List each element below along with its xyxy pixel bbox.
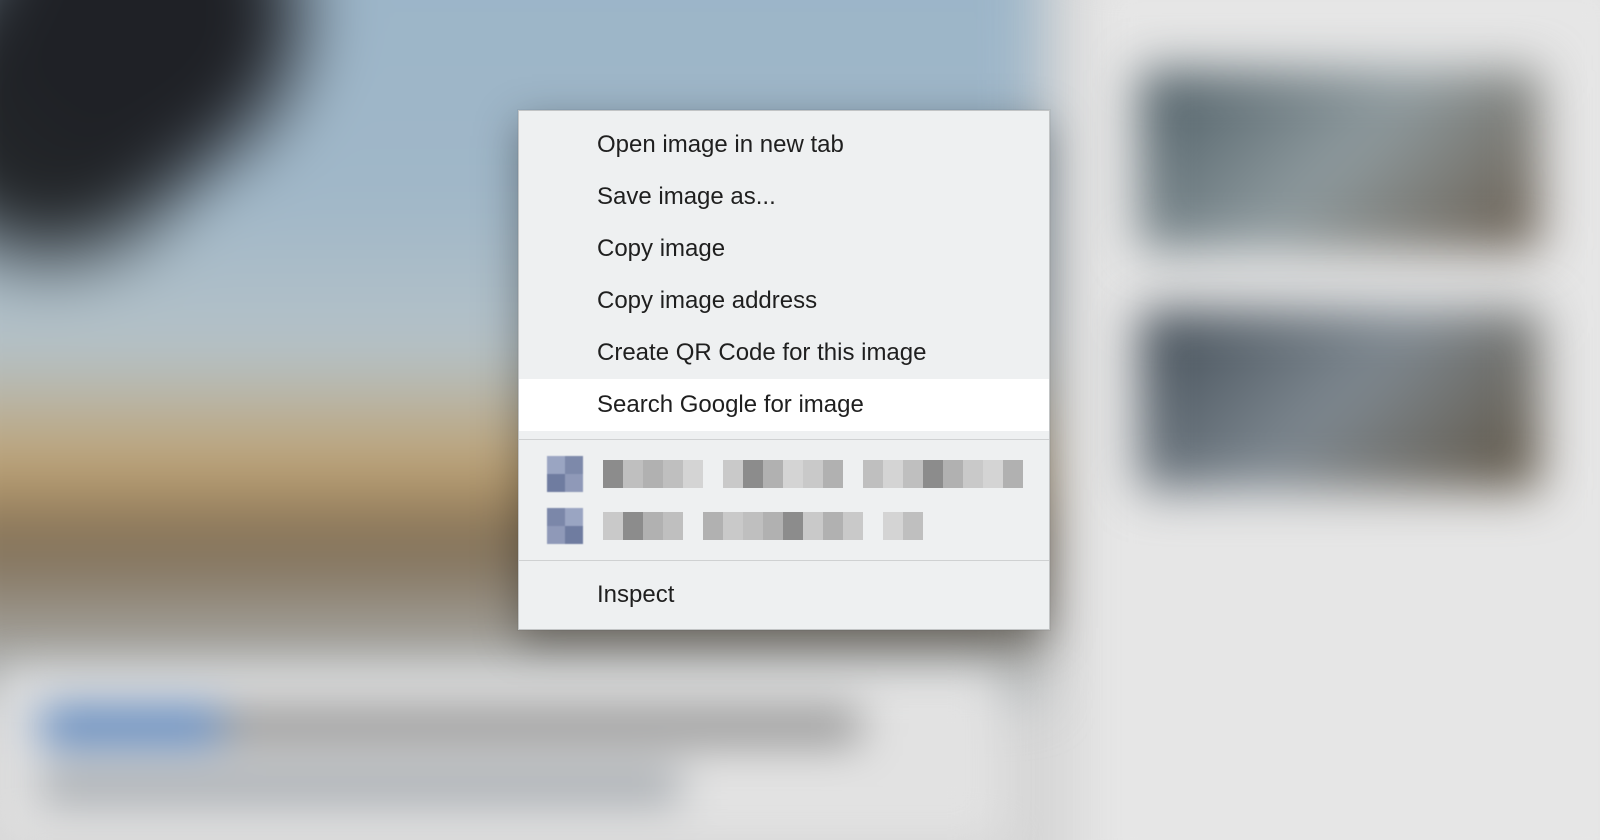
extension-label-obscured <box>603 460 1023 488</box>
extension-icon <box>547 508 583 544</box>
extension-label-obscured <box>603 512 923 540</box>
menu-separator <box>519 560 1049 561</box>
menu-separator <box>519 439 1049 440</box>
screenshot-stage: Open image in new tab Save image as... C… <box>0 0 1600 840</box>
menu-item-label: Create QR Code for this image <box>597 339 926 367</box>
menu-item-create-qr-code[interactable]: Create QR Code for this image <box>519 327 1049 379</box>
menu-item-search-google-for-image[interactable]: Search Google for image <box>519 379 1049 431</box>
menu-item-label: Save image as... <box>597 183 776 211</box>
menu-item-copy-image[interactable]: Copy image <box>519 223 1049 275</box>
menu-item-label: Inspect <box>597 581 674 609</box>
menu-item-copy-image-address[interactable]: Copy image address <box>519 275 1049 327</box>
menu-item-label: Open image in new tab <box>597 131 844 159</box>
menu-item-label: Search Google for image <box>597 391 864 419</box>
menu-item-extension-obscured[interactable] <box>519 448 1049 500</box>
menu-item-extension-obscured[interactable] <box>519 500 1049 552</box>
menu-item-label: Copy image address <box>597 287 817 315</box>
menu-item-save-image-as[interactable]: Save image as... <box>519 171 1049 223</box>
menu-item-inspect[interactable]: Inspect <box>519 569 1049 621</box>
menu-item-open-image-new-tab[interactable]: Open image in new tab <box>519 119 1049 171</box>
image-context-menu: Open image in new tab Save image as... C… <box>518 110 1050 630</box>
menu-item-label: Copy image <box>597 235 725 263</box>
background-caption-blur <box>0 670 1000 840</box>
background-thumbnail-blur <box>1140 70 1540 250</box>
background-thumbnail-blur <box>1140 310 1540 490</box>
extension-icon <box>547 456 583 492</box>
